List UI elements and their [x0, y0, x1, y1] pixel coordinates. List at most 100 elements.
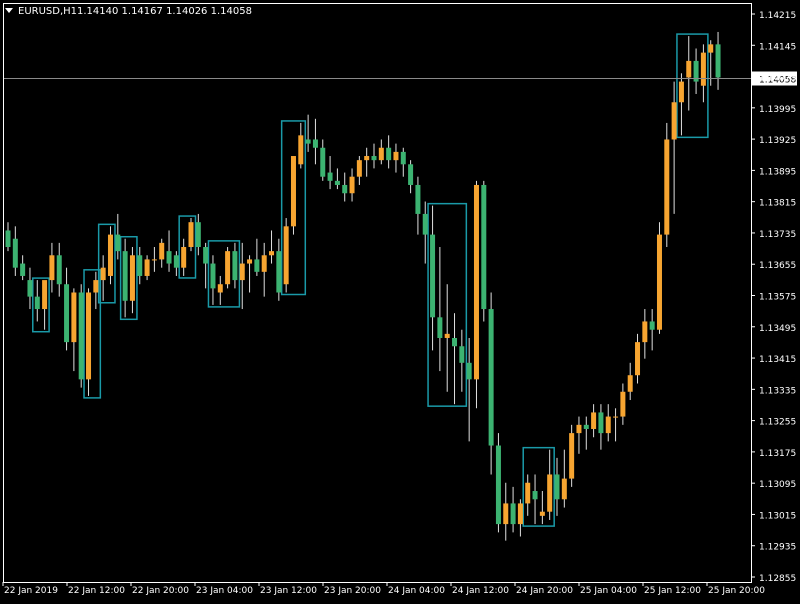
candle — [5, 222, 11, 252]
bull-candle-body — [261, 255, 267, 272]
bear-candle-body — [64, 284, 70, 343]
price-tick-label: 1.13255 — [759, 418, 796, 428]
candle — [473, 180, 479, 409]
bull-candle-body — [71, 292, 77, 343]
candle — [78, 284, 84, 388]
price-tick-label: 1.14215 — [759, 11, 796, 21]
candle — [591, 404, 597, 438]
candle — [495, 433, 501, 533]
candle — [247, 255, 253, 293]
candle — [715, 31, 721, 90]
candle — [239, 242, 245, 310]
candle — [510, 486, 516, 533]
candle — [203, 242, 209, 289]
candle — [459, 329, 465, 392]
bear-candle-body — [452, 337, 458, 347]
bear-candle-body — [166, 251, 172, 264]
bear-candle-body — [327, 172, 333, 181]
bear-candle-body — [466, 362, 472, 380]
chart-canvas[interactable]: EURUSD,H1 1.14140 1.14167 1.14026 1.1405… — [0, 0, 800, 600]
bull-candle-body — [86, 292, 92, 380]
bull-candle-body — [217, 284, 223, 293]
candle — [561, 449, 567, 508]
candle — [422, 201, 428, 264]
candle — [693, 48, 699, 94]
candles — [5, 31, 721, 541]
bear-candle-body — [195, 222, 201, 248]
symbol-label: EURUSD,H1 — [18, 6, 77, 17]
bull-candle-body — [283, 226, 289, 285]
time-tick-label: 23 Jan 12:00 — [260, 586, 317, 596]
candle — [700, 44, 706, 103]
candle — [27, 267, 33, 310]
price-tick-label: 1.13095 — [759, 480, 796, 490]
bear-candle-body — [137, 255, 143, 276]
candle — [122, 238, 128, 318]
candle — [598, 404, 604, 450]
bear-candle-body — [715, 44, 721, 78]
candle — [225, 247, 231, 289]
candle — [649, 309, 655, 351]
candle — [283, 218, 289, 293]
candle — [327, 156, 333, 190]
candle — [276, 238, 282, 301]
current-price-marker: 1.14058 — [3, 71, 797, 86]
candle — [254, 238, 260, 276]
candle — [547, 449, 553, 520]
time-tick-label: 22 Jan 20:00 — [132, 586, 189, 596]
bull-candle-body — [517, 503, 523, 525]
time-axis: 22 Jan 2019 22 Jan 12:00 22 Jan 20:00 23 Ja… — [2, 582, 765, 596]
bull-candle-body — [100, 267, 106, 281]
candle — [137, 247, 143, 285]
bull-candle-body — [656, 234, 662, 330]
candle — [613, 408, 619, 442]
candle — [290, 156, 296, 235]
candle — [620, 383, 626, 425]
bear-candle-body — [481, 184, 487, 310]
bear-candle-body — [554, 474, 560, 500]
bull-candle-body — [364, 156, 370, 161]
candle — [452, 313, 458, 405]
price-tick-label: 1.14145 — [759, 42, 796, 52]
candlestick-chart[interactable]: EURUSD,H1 1.14140 1.14167 1.14026 1.1405… — [0, 0, 800, 600]
bear-candle-body — [334, 180, 340, 185]
bull-candle-body — [49, 255, 55, 281]
candle — [503, 482, 509, 541]
bull-candle-body — [269, 251, 275, 256]
bear-candle-body — [27, 280, 33, 297]
candle — [342, 172, 348, 202]
candle — [64, 267, 70, 351]
dropdown-arrow-icon[interactable] — [5, 8, 13, 13]
bull-candle-body — [569, 433, 575, 479]
candle — [20, 255, 26, 281]
candle — [71, 288, 77, 372]
candle — [466, 337, 472, 442]
candle — [34, 280, 40, 322]
bull-candle-body — [671, 102, 677, 140]
bear-candle-body — [115, 234, 121, 252]
time-tick-label: 23 Jan 04:00 — [196, 586, 253, 596]
bull-candle-body — [188, 222, 194, 248]
time-tick-label: 25 Jan 20:00 — [708, 586, 765, 596]
candle — [173, 251, 179, 276]
bear-candle-body — [305, 139, 311, 144]
bear-candle-body — [78, 292, 84, 380]
candle — [569, 424, 575, 487]
candle — [195, 213, 201, 256]
candle — [576, 416, 582, 454]
candle — [539, 491, 545, 525]
time-tick-label: 22 Jan 12:00 — [68, 586, 125, 596]
candle — [605, 404, 611, 442]
price-tick-label: 1.13415 — [759, 355, 796, 365]
bear-candle-body — [386, 147, 392, 161]
bear-candle-body — [408, 164, 414, 185]
bull-candle-body — [247, 259, 253, 264]
candle — [525, 474, 531, 516]
bull-candle-body — [151, 259, 157, 261]
bull-candle-body — [613, 416, 619, 418]
bear-candle-body — [320, 147, 326, 177]
candle — [305, 114, 311, 152]
bull-candle-body — [290, 156, 296, 227]
candle — [488, 292, 494, 475]
candle — [378, 139, 384, 165]
